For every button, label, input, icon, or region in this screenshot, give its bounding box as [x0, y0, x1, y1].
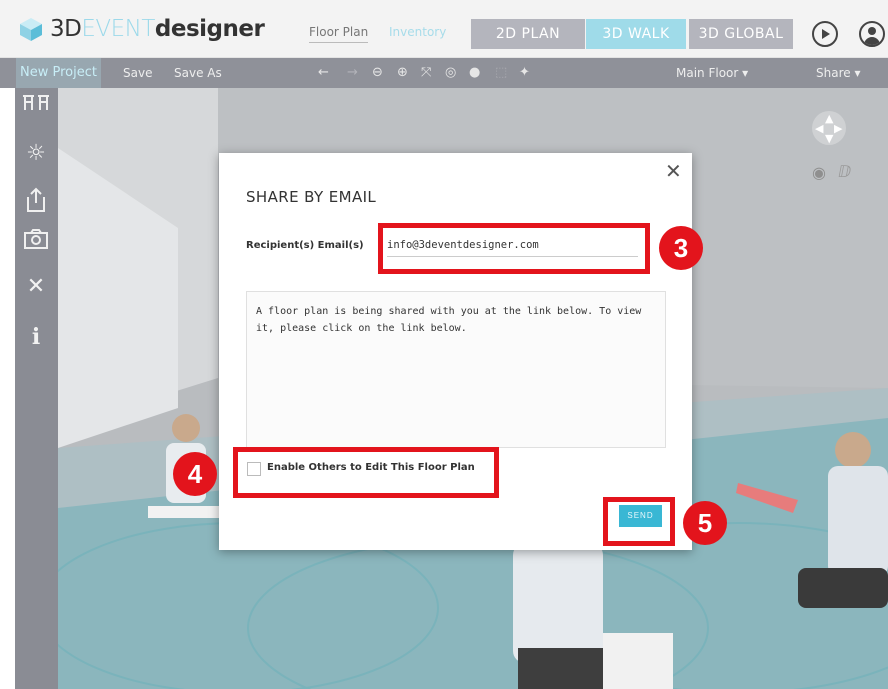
nav-down-icon[interactable]: ▼	[825, 132, 833, 145]
tables-icon[interactable]	[19, 92, 53, 124]
comment-icon[interactable]: ●	[469, 58, 480, 88]
recipient-label: Recipient(s) Email(s)	[246, 240, 364, 251]
zoom-out-icon[interactable]: ⊖	[372, 58, 383, 88]
fit-view-icon[interactable]: ⤧	[421, 58, 431, 88]
export-icon[interactable]	[19, 187, 53, 219]
main-toolbar: New Project Save Save As ← → ⊖ ⊕ ⤧ ◎ ● ⬚…	[0, 58, 888, 88]
select-area-icon[interactable]: ⬚	[495, 58, 507, 88]
message-textarea[interactable]: A floor plan is being shared with you at…	[246, 291, 666, 448]
close-icon[interactable]: ✕	[665, 159, 682, 183]
logo-cube-icon	[20, 18, 42, 41]
app-logo[interactable]: 3DEVENTdesigner	[18, 14, 265, 44]
step-badge-3: 3	[659, 226, 703, 270]
save-button[interactable]: Save	[123, 58, 152, 88]
save-as-button[interactable]: Save As	[174, 58, 222, 88]
camera-icon[interactable]	[19, 228, 53, 260]
zoom-in-icon[interactable]: ⊕	[397, 58, 408, 88]
tools-icon[interactable]: ✕	[19, 271, 53, 303]
undo-icon[interactable]: ←	[318, 58, 329, 88]
mode-3d-walk-button[interactable]: 3D WALK	[586, 19, 686, 49]
step-badge-5: 5	[683, 501, 727, 545]
nav-left-icon[interactable]: ◀	[815, 122, 823, 135]
footprints-icon[interactable]: ⅅ	[838, 162, 851, 181]
mode-2d-plan-button[interactable]: 2D PLAN	[471, 19, 585, 49]
new-project-button[interactable]: New Project	[16, 58, 101, 88]
eye-icon[interactable]: ◉	[812, 163, 826, 182]
center-view-icon[interactable]: ◎	[445, 58, 456, 88]
logo-wordmark: 3DEVENTdesigner	[50, 16, 265, 42]
highlight-email-field	[378, 223, 650, 274]
nav-inventory[interactable]: Inventory	[389, 25, 446, 39]
highlight-send-button	[603, 497, 675, 546]
info-icon[interactable]: i	[19, 321, 53, 353]
highlight-enable-edit	[233, 447, 499, 498]
move-icon[interactable]: ✦	[519, 58, 530, 88]
left-margin	[0, 88, 15, 689]
side-toolbar: ☼ ✕ i	[15, 88, 58, 689]
redo-icon[interactable]: →	[347, 58, 358, 88]
user-avatar-icon[interactable]	[859, 21, 885, 47]
mode-3d-global-button[interactable]: 3D GLOBAL	[689, 19, 793, 49]
nav-up-icon[interactable]: ▲	[825, 112, 833, 125]
dialog-title: SHARE BY EMAIL	[246, 188, 377, 206]
top-header: 3DEVENTdesigner Floor Plan Inventory 2D …	[0, 0, 888, 58]
nav-right-icon[interactable]: ▶	[834, 122, 842, 135]
lighting-icon[interactable]: ☼	[19, 138, 53, 170]
camera-navigation-control[interactable]: ▲ ▼ ◀ ▶	[812, 111, 846, 145]
play-icon[interactable]	[812, 21, 838, 47]
floor-selector[interactable]: Main Floor ▾	[676, 58, 748, 88]
app-window: 3DEVENTdesigner Floor Plan Inventory 2D …	[0, 0, 888, 689]
nav-floor-plan[interactable]: Floor Plan	[309, 25, 369, 43]
share-menu[interactable]: Share ▾	[816, 58, 860, 88]
step-badge-4: 4	[173, 452, 217, 496]
